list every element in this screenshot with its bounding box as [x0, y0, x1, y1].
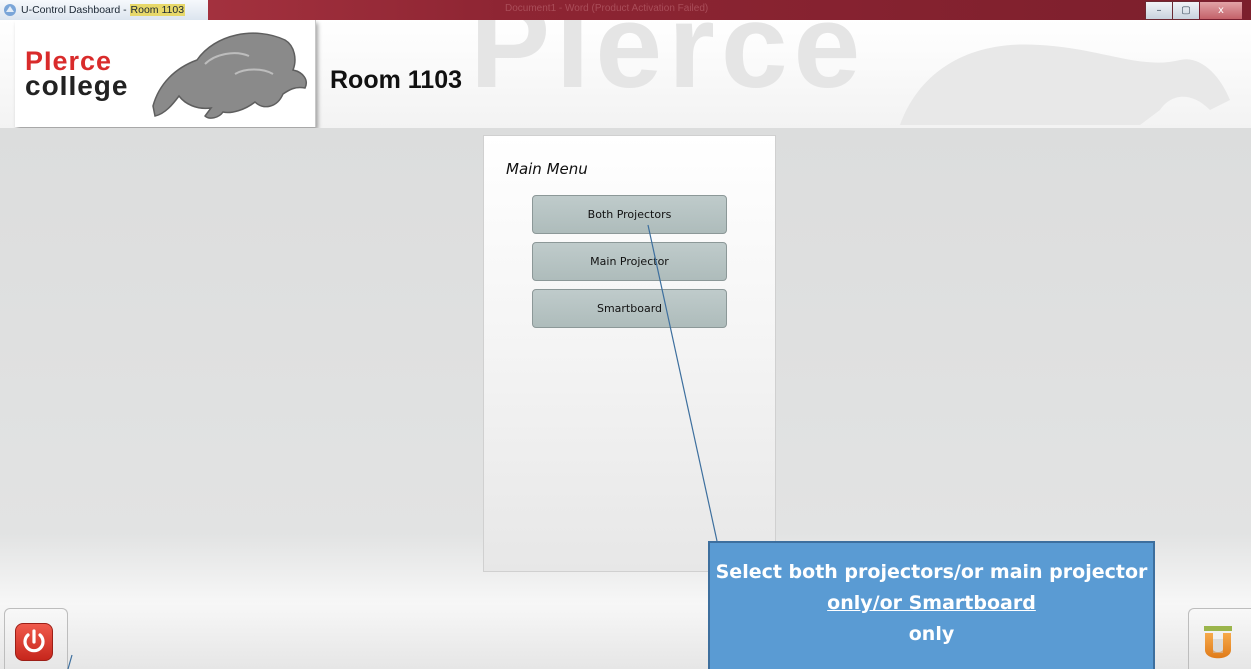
- instruction-callout: Select both projectors/or main projector…: [708, 541, 1155, 669]
- window-titlebar[interactable]: U-Control Dashboard - Room 1103 Document…: [0, 0, 1251, 20]
- page-title: Room 1103: [330, 66, 463, 94]
- bison-watermark-icon: [900, 44, 1230, 125]
- callout-text: Select both projectors/or main projector: [715, 561, 1148, 583]
- u-control-tab[interactable]: [1188, 608, 1251, 669]
- logo-text-pierce: PIerce: [25, 46, 113, 76]
- u-control-app-icon: [4, 4, 16, 16]
- smartboard-button[interactable]: Smartboard: [532, 289, 727, 328]
- background-window-title: Document1 - Word (Product Activation Fai…: [505, 3, 709, 14]
- menu-title: Main Menu: [506, 160, 588, 178]
- window-controls: – ▢ x: [1145, 1, 1243, 20]
- main-menu-panel: Main Menu Both Projectors Main Projector…: [483, 135, 776, 572]
- power-icon: [23, 629, 45, 653]
- pierce-college-logo: PIerce coIIege: [15, 20, 316, 127]
- u-logo-icon: [1204, 626, 1232, 659]
- close-button[interactable]: x: [1199, 1, 1243, 20]
- window-title-area: U-Control Dashboard - Room 1103: [0, 0, 208, 20]
- minimize-button[interactable]: –: [1145, 1, 1173, 20]
- college-watermark: PIerce: [470, 20, 867, 113]
- callout-text-underlined: only/or Smartboard: [827, 592, 1036, 614]
- main-projector-button[interactable]: Main Projector: [532, 242, 727, 281]
- power-tab[interactable]: [4, 608, 68, 669]
- maximize-button[interactable]: ▢: [1172, 1, 1200, 20]
- callout-text-end: only: [908, 623, 955, 645]
- power-button[interactable]: [15, 623, 53, 661]
- both-projectors-button[interactable]: Both Projectors: [532, 195, 727, 234]
- bison-logo-icon: [152, 32, 307, 119]
- window-title: U-Control Dashboard - Room 1103: [21, 4, 186, 16]
- logo-text-college: coIIege: [25, 70, 129, 101]
- header-banner: PIerce PIerce coIIege Room 1103: [0, 20, 1251, 128]
